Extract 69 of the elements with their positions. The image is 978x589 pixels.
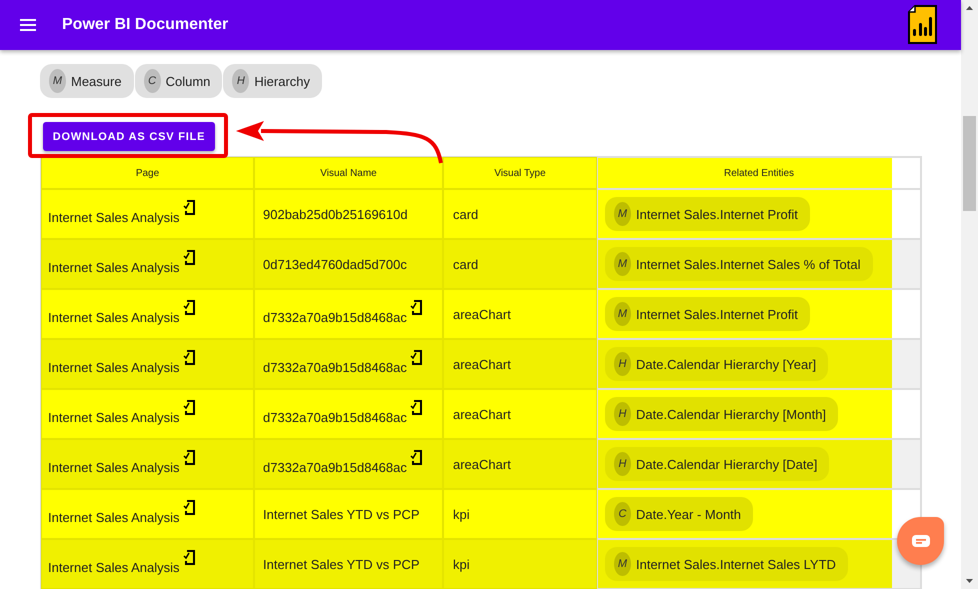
chip-label: Internet Sales.Internet Sales LYTD (636, 556, 836, 572)
page-name: Internet Sales Analysis (48, 210, 180, 224)
chip-avatar: H (232, 69, 250, 93)
chip-label: Measure (71, 74, 122, 88)
page-name: Internet Sales Analysis (48, 510, 180, 524)
page-name: Internet Sales Analysis (48, 410, 180, 424)
checked-document-icon[interactable] (182, 350, 196, 366)
menu-icon[interactable] (20, 19, 36, 31)
visual-type: areaChart (453, 456, 511, 472)
checked-document-icon[interactable] (410, 350, 423, 366)
visual-type: areaChart (453, 406, 511, 422)
visual-name: d7332a70a9b15d8468ac (263, 410, 407, 424)
chip-avatar: M (614, 552, 631, 576)
chip-avatar: M (614, 302, 631, 326)
visual-type: areaChart (453, 306, 511, 322)
chip-label: Date.Year - Month (636, 506, 742, 522)
chip-avatar: H (614, 352, 631, 376)
chip-label: Date.Calendar Hierarchy [Month] (636, 406, 826, 422)
checked-document-icon[interactable] (182, 550, 196, 566)
visual-type: card (453, 256, 478, 272)
column-header: Visual Type (443, 157, 597, 189)
chip-label: Internet Sales.Internet Profit (636, 206, 798, 222)
page-name: Internet Sales Analysis (48, 560, 180, 574)
chip-avatar: C (614, 502, 631, 526)
page-name: Internet Sales Analysis (48, 460, 180, 474)
checked-document-icon[interactable] (182, 400, 196, 416)
chip-label: Column (166, 74, 210, 88)
column-header: Page (41, 157, 254, 189)
chip-label: Internet Sales.Internet Profit (636, 306, 798, 322)
download-button[interactable]: DOWNLOAD AS CSV FILE (43, 122, 215, 151)
app-title: Power BI Documenter (62, 16, 230, 34)
checked-document-icon[interactable] (410, 400, 423, 416)
chip-avatar: M (614, 202, 631, 226)
page-name: Internet Sales Analysis (48, 310, 180, 324)
visual-name: d7332a70a9b15d8468ac (263, 360, 407, 374)
column-header: Related Entities (597, 157, 921, 189)
visual-type: areaChart (453, 356, 511, 372)
checked-document-icon[interactable] (182, 200, 196, 216)
visual-name: Internet Sales YTD vs PCP (263, 506, 420, 522)
column-header: Visual Name (254, 157, 443, 189)
checked-document-icon[interactable] (410, 300, 423, 316)
chip-avatar: H (614, 402, 631, 426)
chip-avatar: M (614, 252, 631, 276)
visual-name: 902bab25d0b25169610d (263, 206, 408, 222)
chip-avatar: C (144, 69, 161, 93)
report-chart-icon (908, 5, 938, 45)
chip-label: Date.Calendar Hierarchy [Year] (636, 356, 816, 372)
visual-name: 0d713ed4760dad5d700c (263, 256, 407, 272)
chip-label: Date.Calendar Hierarchy [Date] (636, 456, 818, 472)
checked-document-icon[interactable] (182, 250, 196, 266)
chip-label: Internet Sales.Internet Sales % of Total (636, 256, 861, 272)
visual-type: kpi (453, 506, 470, 522)
checked-document-icon[interactable] (410, 450, 423, 466)
checked-document-icon[interactable] (182, 300, 196, 316)
visual-type: card (453, 206, 478, 222)
chat-button[interactable] (897, 517, 944, 565)
chip-avatar: M (49, 69, 66, 93)
visual-type: kpi (453, 556, 470, 572)
chip-avatar: H (614, 452, 631, 476)
checked-document-icon[interactable] (182, 500, 196, 516)
visual-name: d7332a70a9b15d8468ac (263, 310, 407, 324)
visual-name: Internet Sales YTD vs PCP (263, 556, 420, 572)
visual-name: d7332a70a9b15d8468ac (263, 460, 407, 474)
chat-icon (910, 534, 930, 548)
chip-label: Hierarchy (254, 74, 310, 88)
checked-document-icon[interactable] (182, 450, 196, 466)
page-name: Internet Sales Analysis (48, 360, 180, 374)
scrollbar[interactable] (961, 0, 978, 589)
page-name: Internet Sales Analysis (48, 260, 180, 274)
